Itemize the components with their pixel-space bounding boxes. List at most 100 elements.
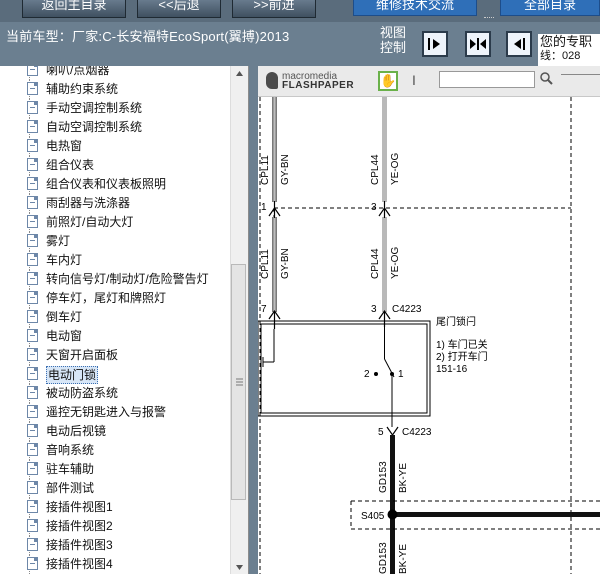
view-control-line2: 控制 (380, 40, 407, 55)
tree-item[interactable]: 停车灯，尾灯和牌照灯 (0, 289, 230, 308)
document-icon (27, 272, 38, 285)
document-icon (27, 348, 38, 361)
wire3-color: BK-YE (398, 463, 409, 493)
tree-item[interactable]: 雾灯 (0, 232, 230, 251)
switch-contact-2 (374, 372, 378, 376)
split-arrows-icon (470, 38, 486, 50)
wire4-color: BK-YE (398, 544, 409, 574)
tree-item[interactable]: 电动后视镜 (0, 422, 230, 441)
tree-item[interactable]: 遥控无钥匙进入与报警 (0, 403, 230, 422)
tree-item[interactable]: 接插件视图3 (0, 536, 230, 555)
document-icon (27, 481, 38, 494)
tree-item-label: 遥控无钥匙进入与报警 (46, 405, 167, 419)
tree-item[interactable]: 驻车辅助 (0, 460, 230, 479)
collapse-right-button[interactable] (506, 31, 532, 57)
wire1-code-upper: CPL11 (260, 155, 271, 185)
search-icon[interactable] (539, 71, 553, 85)
tree-item-label: 电热窗 (46, 139, 83, 153)
state-2: 2) 打开车门 (436, 350, 488, 363)
document-icon (27, 101, 38, 114)
tree-item-label: 倒车灯 (46, 310, 83, 324)
connector-c4223-label-top: C4223 (392, 304, 422, 315)
ref-code: 151-16 (436, 364, 468, 375)
tree-item[interactable]: 手动空调控制系统 (0, 99, 230, 118)
tree-item[interactable]: 接插件视图4 (0, 555, 230, 574)
wiring-diagram: CPL11 GY-BN CPL44 YE-OG CPL11 GY-BN CPL4… (258, 97, 600, 574)
flashpaper-logo: macromedia FLASHPAPER (266, 71, 358, 91)
search-input[interactable] (439, 71, 535, 88)
document-icon (27, 196, 38, 209)
tree-item[interactable]: 车内灯 (0, 251, 230, 270)
tree-item-label: 接插件视图4 (46, 557, 113, 571)
wire1-color-upper: GY-BN (280, 154, 291, 185)
tree-item[interactable]: 电动门锁 (0, 365, 230, 384)
forward-button[interactable]: >>前进 (232, 0, 316, 18)
tree-item-label: 自动空调控制系统 (46, 120, 143, 134)
tree-item[interactable]: 电热窗 (0, 137, 230, 156)
ground-wire (390, 435, 395, 574)
flashpaper-logo-icon (266, 72, 278, 89)
hotline-notice: 您的专职 线：028 (538, 34, 600, 66)
document-icon (27, 443, 38, 456)
diagram-viewer: macromedia FLASHPAPER ✋ I CPL11 GY-BN CP… (258, 66, 600, 574)
tree-item[interactable]: 电动窗 (0, 327, 230, 346)
split-view-button[interactable] (465, 31, 491, 57)
tree-item[interactable]: 辅助约束系统 (0, 80, 230, 99)
tree-item[interactable]: 前照灯/自动大灯 (0, 213, 230, 232)
tree-item[interactable]: 组合仪表 (0, 156, 230, 175)
tree-item-label: 电动窗 (46, 329, 83, 343)
tree-item[interactable]: 雨刮器与洗涤器 (0, 194, 230, 213)
document-icon (27, 82, 38, 95)
wire1-upper-stripe (273, 97, 276, 202)
document-icon (27, 462, 38, 475)
wire2-code-upper: CPL44 (370, 154, 381, 185)
info-bar: 当前车型：厂家:C-长安福特EcoSport(翼搏)2013 视图 控制 您的专… (0, 22, 600, 66)
pin-5: 5 (378, 427, 384, 438)
document-icon (27, 66, 38, 76)
pin-3-upper: 3 (371, 202, 377, 213)
tree-item[interactable]: 接插件视图1 (0, 498, 230, 517)
document-icon (27, 139, 38, 152)
back-button[interactable]: <<后退 (137, 0, 221, 18)
tree-item[interactable]: 音响系统 (0, 441, 230, 460)
component-title: 尾门锁闩 (436, 315, 476, 328)
document-icon (27, 120, 38, 133)
document-icon (27, 367, 38, 380)
tree-item[interactable]: 组合仪表和仪表板照明 (0, 175, 230, 194)
collapse-left-button[interactable] (422, 31, 448, 57)
tree-item[interactable]: 喇叭/点烟器 (0, 66, 230, 80)
catalog-button[interactable]: 全部目录 (500, 0, 600, 16)
tree-item[interactable]: 接插件视图2 (0, 517, 230, 536)
document-icon (27, 405, 38, 418)
logo-bottom-text: FLASHPAPER (282, 80, 355, 91)
tree-item-label: 转向信号灯/制动灯/危险警告灯 (46, 272, 209, 286)
tree-item[interactable]: 被动防盗系统 (0, 384, 230, 403)
tree-item[interactable]: 转向信号灯/制动灯/危险警告灯 (0, 270, 230, 289)
tree-item-label: 部件测试 (46, 481, 95, 495)
home-button[interactable]: 返回主目录 (22, 0, 126, 18)
text-select-icon[interactable]: I (412, 72, 416, 88)
tree-item[interactable]: 天窗开启面板 (0, 346, 230, 365)
tree-item-label: 喇叭/点烟器 (46, 66, 110, 77)
tech-exchange-button[interactable]: 维修技术交流 (353, 0, 477, 16)
hand-tool-icon[interactable]: ✋ (378, 71, 398, 91)
tree-item[interactable]: 自动空调控制系统 (0, 118, 230, 137)
document-icon (27, 253, 38, 266)
document-icon (27, 424, 38, 437)
document-icon (27, 158, 38, 171)
tree-item[interactable]: 倒车灯 (0, 308, 230, 327)
tree-item[interactable]: 部件测试 (0, 479, 230, 498)
pin-1: 1 (261, 202, 267, 213)
switch-pin-1: 1 (398, 369, 404, 380)
tree-scroll-thumb[interactable] (231, 264, 246, 500)
tree-item-label: 组合仪表和仪表板照明 (46, 177, 167, 191)
wire4-code: GD153 (378, 542, 389, 574)
tree-item-label: 接插件视图2 (46, 519, 113, 533)
document-icon (27, 215, 38, 228)
tree-item-label: 前照灯/自动大灯 (46, 215, 134, 229)
switch-pin-2: 2 (364, 369, 370, 380)
document-icon (27, 557, 38, 570)
document-icon (27, 500, 38, 513)
pin-3-lower: 3 (371, 304, 377, 315)
tree-item-label: 雾灯 (46, 234, 71, 248)
